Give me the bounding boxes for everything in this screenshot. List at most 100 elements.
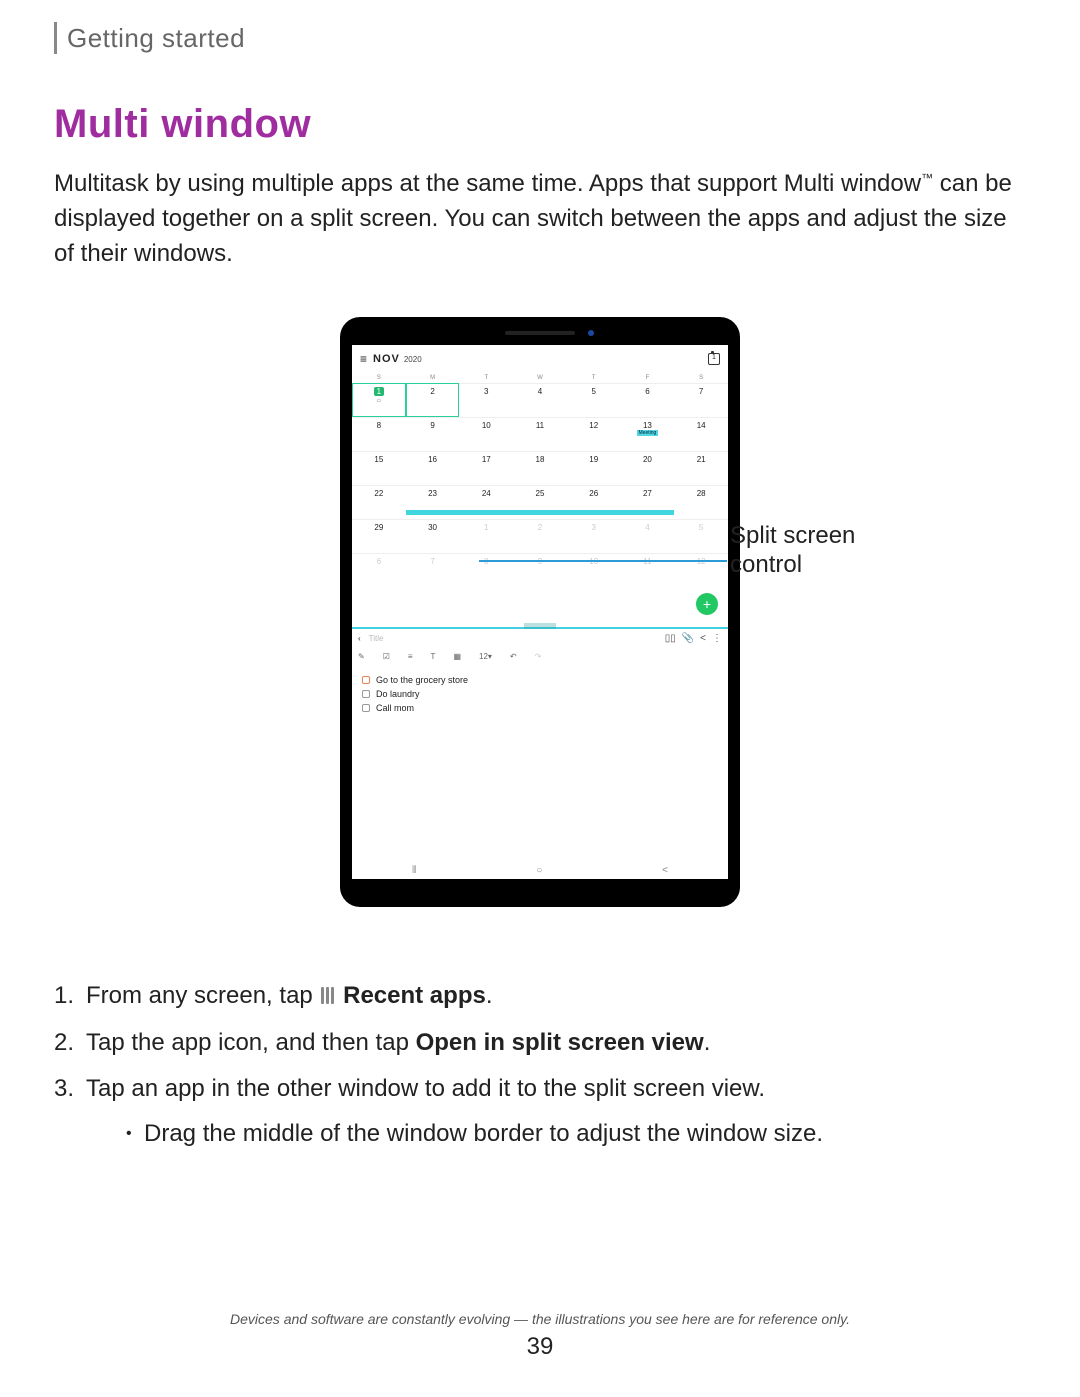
- cal-day[interactable]: 24: [459, 485, 513, 519]
- cal-day[interactable]: 19: [567, 451, 621, 485]
- tablet-screen: ≡ NOV 2020 S M T W T F S 1▭ 2 3 4 5 6 7: [352, 345, 728, 879]
- dow: S: [352, 373, 406, 383]
- cal-day[interactable]: 10: [459, 417, 513, 451]
- checkbox-icon[interactable]: ☑: [383, 652, 390, 661]
- cal-day[interactable]: 3: [459, 383, 513, 417]
- dow: W: [513, 373, 567, 383]
- text-icon[interactable]: T: [431, 652, 436, 661]
- cal-day[interactable]: 15: [352, 451, 406, 485]
- callout-leader-line: [479, 560, 727, 562]
- recent-apps-icon: [321, 987, 334, 1004]
- cal-day[interactable]: 16: [406, 451, 460, 485]
- cal-day[interactable]: 10: [567, 553, 621, 587]
- cal-day[interactable]: 11: [621, 553, 675, 587]
- cal-day[interactable]: 30: [406, 519, 460, 553]
- cal-day[interactable]: 4: [513, 383, 567, 417]
- home-nav-icon[interactable]: ○: [536, 865, 542, 876]
- notes-checklist: Go to the grocery store Do laundry Call …: [352, 665, 728, 723]
- calendar-month: NOV: [373, 353, 400, 365]
- calendar-header: ≡ NOV 2020: [352, 345, 728, 373]
- attach-icon[interactable]: 📎: [682, 633, 694, 644]
- cal-day[interactable]: 9: [513, 553, 567, 587]
- step-3-bullet: Drag the middle of the window border to …: [144, 1115, 1026, 1153]
- cal-day[interactable]: 1▭: [352, 383, 406, 417]
- dow: S: [674, 373, 728, 383]
- checkbox-icon[interactable]: [362, 676, 370, 684]
- list-item[interactable]: Go to the grocery store: [362, 673, 718, 687]
- cal-day[interactable]: 2: [513, 519, 567, 553]
- cal-day[interactable]: 17: [459, 451, 513, 485]
- breadcrumb: Getting started: [67, 23, 245, 54]
- grid-icon[interactable]: ▦: [453, 652, 461, 661]
- notes-app: ‹ Title ▯▯ 📎 < ⋮ ✎ ☑ ≡ T ▦ 12▾ ↶ ↷: [352, 629, 728, 861]
- cal-day[interactable]: 1: [459, 519, 513, 553]
- checkbox-icon[interactable]: [362, 690, 370, 698]
- notes-title-placeholder[interactable]: Title: [369, 634, 384, 643]
- dow: T: [459, 373, 513, 383]
- cal-day[interactable]: 25: [513, 485, 567, 519]
- calendar-year: 2020: [404, 355, 422, 364]
- cal-day[interactable]: 5: [567, 383, 621, 417]
- cal-day[interactable]: 11: [513, 417, 567, 451]
- cal-day[interactable]: 8: [352, 417, 406, 451]
- cal-day[interactable]: 4: [621, 519, 675, 553]
- cal-day[interactable]: 23: [406, 485, 460, 519]
- share-icon[interactable]: <: [700, 633, 706, 644]
- cal-day[interactable]: 13Meeting: [621, 417, 675, 451]
- list-item[interactable]: Do laundry: [362, 687, 718, 701]
- cal-day[interactable]: 14: [674, 417, 728, 451]
- cal-day[interactable]: 27: [621, 485, 675, 519]
- cal-day[interactable]: 18: [513, 451, 567, 485]
- notes-toolbar: ✎ ☑ ≡ T ▦ 12▾ ↶ ↷: [352, 647, 728, 665]
- cal-day[interactable]: 12: [567, 417, 621, 451]
- cal-day[interactable]: 26: [567, 485, 621, 519]
- trademark-symbol: ™: [921, 171, 933, 185]
- more-icon[interactable]: ⋮: [712, 633, 722, 644]
- add-event-fab[interactable]: +: [696, 593, 718, 615]
- cal-day[interactable]: 2: [406, 383, 460, 417]
- dow: T: [567, 373, 621, 383]
- hamburger-icon[interactable]: ≡: [360, 352, 367, 366]
- callout-label: Split screen control: [730, 522, 860, 580]
- step-3: Tap an app in the other window to add it…: [86, 1070, 1026, 1153]
- cal-day[interactable]: 9: [406, 417, 460, 451]
- cal-day[interactable]: 20: [621, 451, 675, 485]
- instruction-steps: From any screen, tap Recent apps. Tap th…: [0, 907, 1080, 1153]
- back-nav-icon[interactable]: <: [662, 865, 668, 876]
- checkbox-icon[interactable]: [362, 704, 370, 712]
- cal-day[interactable]: 29: [352, 519, 406, 553]
- footer-note: Devices and software are constantly evol…: [0, 1311, 1080, 1327]
- cal-day[interactable]: 21: [674, 451, 728, 485]
- step-2: Tap the app icon, and then tap Open in s…: [86, 1024, 1026, 1062]
- today-icon[interactable]: [708, 353, 720, 365]
- page-title: Multi window: [0, 54, 1080, 159]
- redo-icon[interactable]: ↷: [535, 652, 542, 661]
- cal-day[interactable]: 28: [674, 485, 728, 519]
- list-item[interactable]: Call mom: [362, 701, 718, 715]
- cal-day[interactable]: 7: [406, 553, 460, 587]
- intro-text-1: Multitask by using multiple apps at the …: [54, 170, 921, 197]
- draw-icon[interactable]: ✎: [358, 652, 365, 661]
- cal-day[interactable]: 6: [621, 383, 675, 417]
- breadcrumb-wrap: Getting started: [0, 0, 1080, 54]
- reader-icon[interactable]: ▯▯: [665, 633, 676, 644]
- cal-day[interactable]: 12: [674, 553, 728, 587]
- cal-day[interactable]: 3: [567, 519, 621, 553]
- tablet-frame: ≡ NOV 2020 S M T W T F S 1▭ 2 3 4 5 6 7: [340, 317, 740, 907]
- step-2-bold: Open in split screen view: [416, 1029, 704, 1056]
- undo-icon[interactable]: ↶: [510, 652, 517, 661]
- cal-day[interactable]: 6: [352, 553, 406, 587]
- cal-day[interactable]: 8: [459, 553, 513, 587]
- cal-day[interactable]: 22: [352, 485, 406, 519]
- list-icon[interactable]: ≡: [408, 652, 413, 661]
- font-size[interactable]: 12▾: [479, 652, 492, 661]
- nav-bar: ⦀ ○ <: [352, 861, 728, 879]
- back-icon[interactable]: ‹: [358, 634, 361, 643]
- calendar-grid: S M T W T F S 1▭ 2 3 4 5 6 7 8 9 10 11 1…: [352, 373, 728, 587]
- device-illustration-area: ≡ NOV 2020 S M T W T F S 1▭ 2 3 4 5 6 7: [0, 317, 1080, 907]
- breadcrumb-bar: Getting started: [54, 22, 1080, 54]
- cal-day[interactable]: 7: [674, 383, 728, 417]
- recents-nav-icon[interactable]: ⦀: [412, 865, 416, 876]
- dow: M: [406, 373, 460, 383]
- cal-day[interactable]: 5: [674, 519, 728, 553]
